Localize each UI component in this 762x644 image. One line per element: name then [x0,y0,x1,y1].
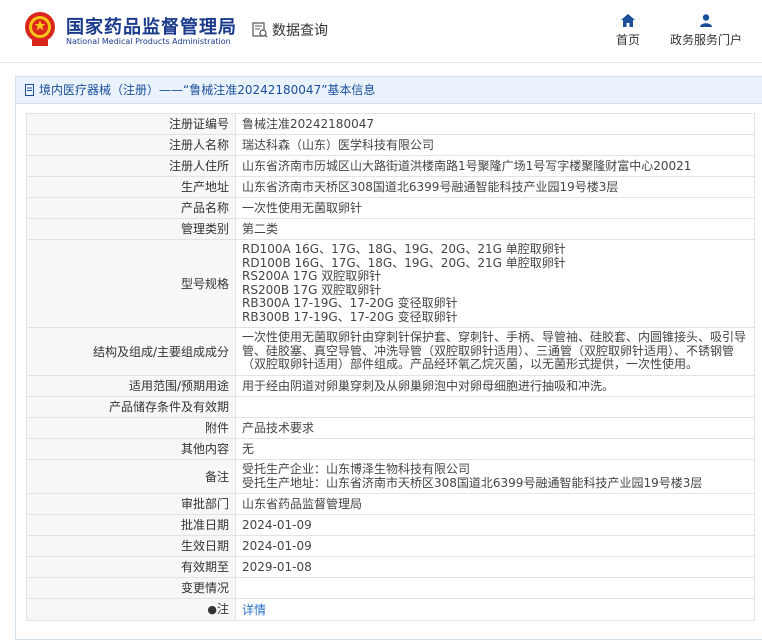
structure-line: 一次性使用无菌取卵针由穿刺针保护套、穿刺针、手柄、导管袖、硅胶套、内圆锥接头、吸… [242,330,747,345]
row-value: 一次性使用无菌取卵针由穿刺针保护套、穿刺针、手柄、导管袖、硅胶套、内圆锥接头、吸… [235,327,755,376]
row-label: 有效期至 [26,556,236,578]
table-row: 生产地址 山东省济南市天桥区308国道北6399号融通智能科技产业园19号楼3层 [26,176,755,198]
row-label: 附件 [26,417,236,439]
row-value: 无 [235,438,755,460]
model-line: RD100A 16G、17G、18G、19G、20G、21G 单腔取卵针 [242,242,566,256]
row-value: 2024-01-09 [235,535,755,557]
row-value [235,577,755,599]
nav-home-label: 首页 [615,33,640,47]
note-label: 注 [216,602,229,616]
table-row: 审批部门 山东省药品监督管理局 [26,493,755,515]
row-value [235,396,755,418]
table-row: 变更情况 [26,577,755,599]
row-label: 批准日期 [26,514,236,536]
home-icon [621,14,635,27]
row-value: 受托生产企业：山东博泽生物科技有限公司 受托生产地址：山东省济南市天桥区308国… [235,459,755,494]
row-label: 生效日期 [26,535,236,557]
national-emblem-icon[interactable] [22,10,58,48]
table-row: 结构及组成/主要组成成分 一次性使用无菌取卵针由穿刺针保护套、穿刺针、手柄、导管… [26,327,755,376]
site-title-en: National Medical Products Administration [66,37,231,46]
row-value: 山东省药品监督管理局 [235,493,755,515]
details-link[interactable]: 详情 [242,603,266,617]
table-row: 产品储存条件及有效期 [26,396,755,418]
row-value: 详情 [235,598,755,621]
pin-icon: ● [207,603,217,616]
nav-home[interactable]: 首页 [613,14,643,48]
table-row: 管理类别 第二类 [26,218,755,240]
table-row: ●注 详情 [26,598,755,621]
table-row: 生效日期 2024-01-09 [26,535,755,557]
row-label: 管理类别 [26,218,236,240]
row-label: 型号规格 [26,239,236,328]
table-row: 附件 产品技术要求 [26,417,755,439]
row-label: 注册证编号 [26,113,236,135]
nav-gov-label: 政务服务门户 [669,33,742,47]
row-label: 备注 [26,459,236,494]
site-header: 国家药品监督管理局 National Medical Products Admi… [0,0,762,63]
row-label: 注册人住所 [26,155,236,177]
site-title[interactable]: 国家药品监督管理局 [66,13,237,39]
detail-table: 注册证编号 鲁械注准20242180047 注册人名称 瑞达科森（山东）医学科技… [26,113,755,621]
model-line: RB300A 17-19G、17-20G 变径取卵针 [242,296,458,310]
row-label: 产品储存条件及有效期 [26,396,236,418]
model-line: RD100B 16G、17G、18G、19G、20G、21G 单腔取卵针 [242,255,566,270]
table-row: 其他内容 无 [26,438,755,460]
table-row: 适用范围/预期用途 用于经由阴道对卵巢穿刺及从卵巢卵泡中对卵母细胞进行抽吸和冲洗… [26,375,755,397]
row-value: 产品技术要求 [235,417,755,439]
remark-line: 受托生产地址：山东省济南市天桥区308国道北6399号融通智能科技产业园19号楼… [242,475,703,490]
row-value: 山东省济南市天桥区308国道北6399号融通智能科技产业园19号楼3层 [235,176,755,198]
row-value: 2029-01-08 [235,556,755,578]
data-query-icon [252,22,268,38]
nav-gov-portal[interactable]: 政务服务门户 [666,14,746,48]
row-label: 结构及组成/主要组成成分 [26,327,236,376]
row-value: 第二类 [235,218,755,240]
row-value: 用于经由阴道对卵巢穿刺及从卵巢卵泡中对卵母细胞进行抽吸和冲洗。 [235,375,755,397]
structure-line: （双腔取卵针适用）部件组成。产品经环氧乙烷灭菌，以无菌形式提供，一次性使用。 [242,357,699,372]
row-value: 山东省济南市历城区山大路街道洪楼南路1号聚隆广场1号写字楼聚隆财富中心20021 [235,155,755,177]
table-row: 产品名称 一次性使用无菌取卵针 [26,197,755,219]
detail-panel: 境内医疗器械（注册）——“鲁械注准20242180047”基本信息 注册证编号 … [15,76,762,640]
remark-line: 受托生产企业：山东博泽生物科技有限公司 [242,462,471,476]
table-row: 批准日期 2024-01-09 [26,514,755,536]
user-icon [700,14,712,27]
model-line: RB300B 17-19G、17-20G 变径取卵针 [242,309,458,324]
panel-title: 境内医疗器械（注册）——“鲁械注准20242180047”基本信息 [16,77,762,104]
table-row: 注册证编号 鲁械注准20242180047 [26,113,755,135]
row-value: 2024-01-09 [235,514,755,536]
row-value: RD100A 16G、17G、18G、19G、20G、21G 单腔取卵针 RD1… [235,239,755,328]
row-label: 其他内容 [26,438,236,460]
table-row: 有效期至 2029-01-08 [26,556,755,578]
table-row: 备注 受托生产企业：山东博泽生物科技有限公司 受托生产地址：山东省济南市天桥区3… [26,459,755,494]
row-label: 产品名称 [26,197,236,219]
data-query-link[interactable]: 数据查询 [252,20,328,40]
row-label: 适用范围/预期用途 [26,375,236,397]
model-line: RS200B 17G 双腔取卵针 [242,282,382,297]
table-row: 注册人名称 瑞达科森（山东）医学科技有限公司 [26,134,755,156]
row-value: 鲁械注准20242180047 [235,113,755,135]
document-icon [25,84,34,96]
row-label: 生产地址 [26,176,236,198]
panel-title-text: 境内医疗器械（注册）——“鲁械注准20242180047”基本信息 [39,83,376,97]
row-label: 变更情况 [26,577,236,599]
row-label: 注册人名称 [26,134,236,156]
row-value: 瑞达科森（山东）医学科技有限公司 [235,134,755,156]
table-row: 型号规格 RD100A 16G、17G、18G、19G、20G、21G 单腔取卵… [26,239,755,328]
row-label: ●注 [26,598,236,621]
data-query-label: 数据查询 [272,23,328,39]
model-line: RS200A 17G 双腔取卵针 [242,269,382,283]
row-value: 一次性使用无菌取卵针 [235,197,755,219]
row-label: 审批部门 [26,493,236,515]
table-row: 注册人住所 山东省济南市历城区山大路街道洪楼南路1号聚隆广场1号写字楼聚隆财富中… [26,155,755,177]
